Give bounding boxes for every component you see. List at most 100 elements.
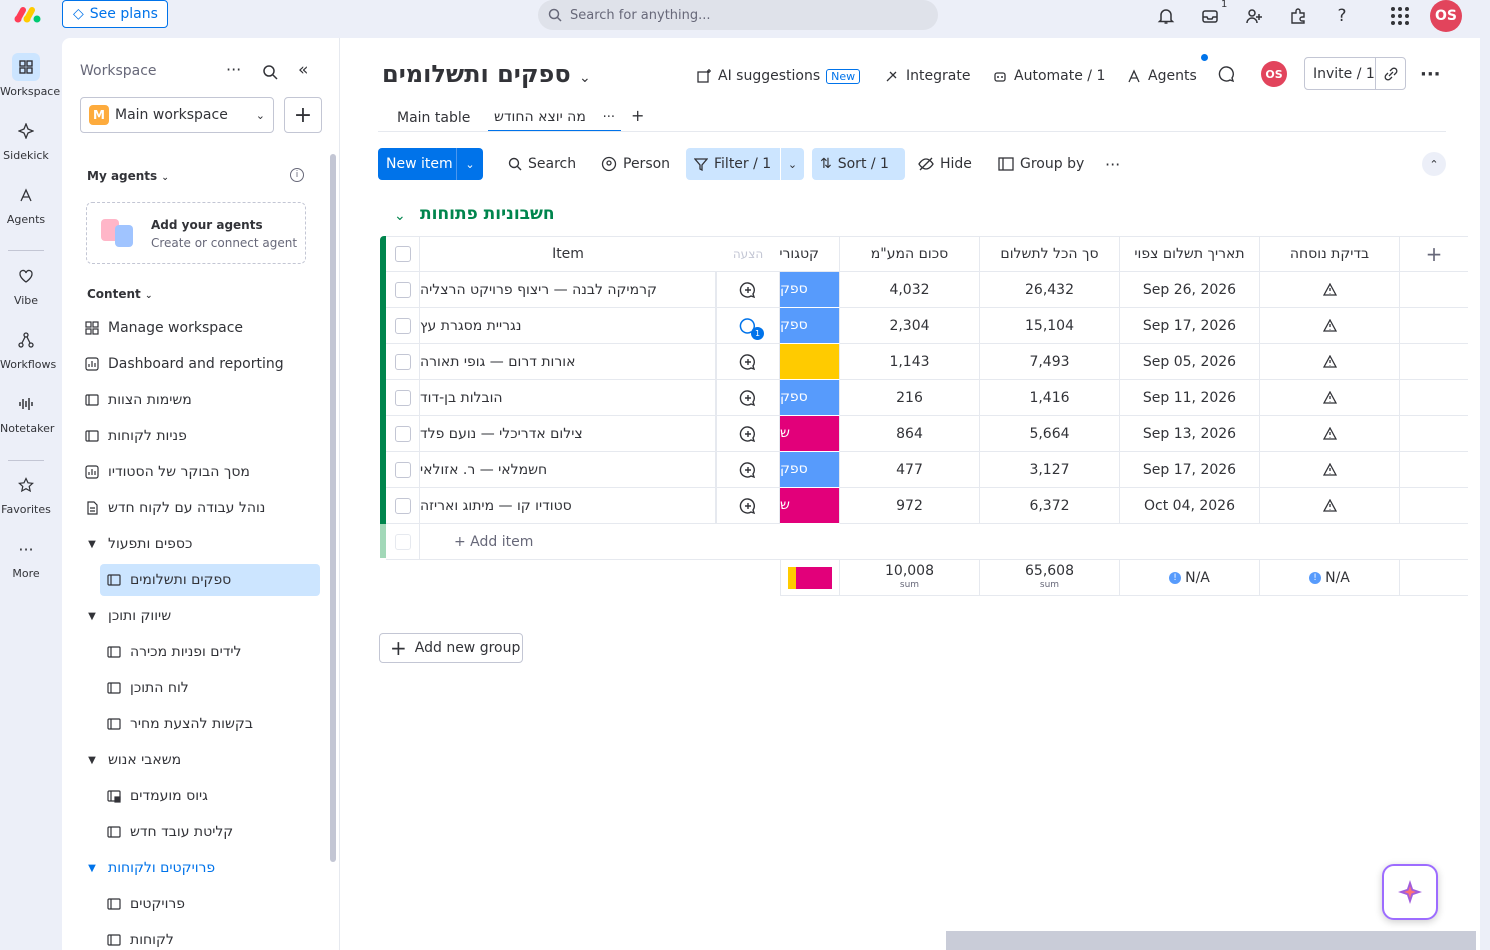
add-update-icon[interactable] [738, 388, 758, 408]
help-icon[interactable]: ? [1331, 5, 1353, 27]
amount-cell[interactable]: 1,143 [840, 344, 980, 380]
header-formula[interactable]: בדיקת נוסחה [1260, 236, 1400, 272]
table-row[interactable]: קרמיקה לבנה — ריצוף פרויקט הרצליה ספק 4,03… [380, 272, 1468, 308]
integrate-button[interactable]: Integrate [884, 66, 970, 86]
row-checkbox[interactable] [394, 425, 411, 442]
table-row[interactable]: הובלות בן-דוד ספק 216 1,416 Sep 11, 2026 [380, 380, 1468, 416]
group-by-button[interactable]: Group by [990, 148, 1092, 180]
hide-button[interactable]: Hide [910, 148, 980, 180]
header-category[interactable]: קטגוריה [780, 236, 840, 272]
add-new-group-button[interactable]: + Add new group [379, 633, 523, 663]
bell-icon[interactable] [1155, 5, 1177, 27]
sidebar-item[interactable]: ספקים ותשלומים [100, 564, 320, 596]
total-cell[interactable]: 1,416 [980, 380, 1120, 416]
chevron-down-icon[interactable]: ⌄ [456, 148, 483, 180]
formula-cell[interactable] [1260, 344, 1400, 380]
sidebar-item[interactable]: נוהל עבודה עם לקוח חדש [82, 492, 320, 524]
amount-cell[interactable]: 972 [840, 488, 980, 524]
toolbar-more-icon[interactable]: ··· [1097, 148, 1128, 180]
item-name-cell[interactable]: נגריית מסגרת עץ [420, 308, 716, 344]
item-name-cell[interactable]: חשמלאי — ר. אזולאי [420, 452, 716, 488]
sidebar-item[interactable]: לוח התוכן [104, 672, 320, 704]
board-title[interactable]: ספקים ותשלומים ⌄ [382, 60, 591, 88]
item-name-cell[interactable]: קרמיקה לבנה — ריצוף פרויקט הרצליה [420, 272, 716, 308]
sidebar-item[interactable]: קליטת עובד חדש [104, 816, 320, 848]
category-status-cell[interactable]: ספק [780, 380, 840, 416]
updates-cell[interactable]: 1 [716, 308, 780, 344]
sidebar-item[interactable]: מסך הבוקר של הסטודיו [82, 456, 320, 488]
board-more-icon[interactable]: ··· [1420, 64, 1441, 85]
table-row[interactable]: צילום אדריכלי — נועם פלד ש 864 5,664 Sep 13,… [380, 416, 1468, 452]
table-row[interactable]: סטודיו קו — מיתוג ואריזה ש 972 6,372 Oct 04,… [380, 488, 1468, 524]
see-plans-button[interactable]: ◇ See plans [62, 0, 168, 28]
formula-cell[interactable] [1260, 380, 1400, 416]
updates-cell[interactable] [716, 416, 780, 452]
add-agents-card[interactable]: Add your agents Create or connect agent [86, 202, 306, 264]
rail-agents[interactable]: Agents [0, 181, 52, 226]
row-checkbox[interactable] [394, 353, 411, 370]
updates-cell[interactable] [716, 452, 780, 488]
sort-button[interactable]: ⇅ Sort / 1 [812, 148, 905, 180]
sidebar-item[interactable]: ▼ כספים ותפעול [82, 528, 320, 560]
folder-caret-icon[interactable]: ▼ [84, 755, 100, 766]
total-cell[interactable]: 6,372 [980, 488, 1120, 524]
updates-cell[interactable] [716, 344, 780, 380]
amount-cell[interactable]: 216 [840, 380, 980, 416]
select-all-checkbox[interactable] [394, 246, 411, 262]
sidebar-item[interactable]: Dashboard and reporting [82, 348, 320, 380]
item-name-cell[interactable]: סטודיו קו — מיתוג ואריזה [420, 488, 716, 524]
app-grid-icon[interactable] [1389, 5, 1411, 27]
table-row[interactable]: חשמלאי — ר. אזולאי ספק 477 3,127 Sep 17, 202… [380, 452, 1468, 488]
item-name-cell[interactable]: הובלות בן-דוד [420, 380, 716, 416]
ai-suggestions-button[interactable]: AI suggestions New [696, 66, 861, 86]
total-cell[interactable]: 26,432 [980, 272, 1120, 308]
folder-caret-icon[interactable]: ▼ [84, 539, 100, 550]
update-count-icon[interactable]: 1 [738, 316, 764, 340]
sidebar-item[interactable]: בקשות להצעת מחיר [104, 708, 320, 740]
formula-cell[interactable] [1260, 452, 1400, 488]
amount-cell[interactable]: 2,304 [840, 308, 980, 344]
table-row[interactable]: אורות דרום — גופי תאורה 1,143 7,493 Sep 05,… [380, 344, 1468, 380]
due-date-cell[interactable]: Sep 26, 2026 [1120, 272, 1260, 308]
table-row[interactable]: נגריית מסגרת עץ 1 ספק 2,304 15,104 Sep 17, 20… [380, 308, 1468, 344]
global-search-input[interactable]: Search for anything... [538, 0, 938, 30]
sidebar-item[interactable]: ▼ שיווק ותוכן [82, 600, 320, 632]
rail-workspace[interactable]: Workspace [0, 53, 60, 98]
user-avatar[interactable]: OS [1430, 0, 1462, 32]
category-status-cell[interactable]: ש [780, 416, 840, 452]
category-status-cell[interactable]: ש [780, 488, 840, 524]
invite-button[interactable]: Invite / 1 [1304, 57, 1406, 90]
total-cell[interactable]: 5,664 [980, 416, 1120, 452]
sidebar-item[interactable]: ▼ משאבי אנוש [82, 744, 320, 776]
amount-cell[interactable]: 864 [840, 416, 980, 452]
collapse-toolbar-icon[interactable]: ⌃ [1422, 152, 1446, 176]
due-date-cell[interactable]: Oct 04, 2026 [1120, 488, 1260, 524]
total-cell[interactable]: 3,127 [980, 452, 1120, 488]
add-update-icon[interactable] [738, 460, 758, 480]
inbox-icon[interactable] [1199, 5, 1221, 27]
item-name-cell[interactable]: צילום אדריכלי — נועם פלד [420, 416, 716, 452]
more-options-icon[interactable]: ··· [226, 60, 241, 79]
formula-cell[interactable] [1260, 272, 1400, 308]
horizontal-scrollbar[interactable] [946, 931, 1476, 950]
row-checkbox[interactable] [394, 461, 411, 478]
person-filter-button[interactable]: Person [593, 148, 678, 180]
amount-cell[interactable]: 477 [840, 452, 980, 488]
category-status-cell[interactable] [780, 344, 840, 380]
sidebar-scrollbar[interactable] [330, 154, 336, 862]
category-status-cell[interactable]: ספק [780, 272, 840, 308]
copy-link-icon[interactable] [1375, 58, 1405, 89]
group-collapse-chevron-icon[interactable]: ⌄ [394, 208, 406, 224]
row-checkbox[interactable] [394, 389, 411, 406]
add-workspace-item-button[interactable]: + [284, 97, 322, 133]
folder-caret-icon[interactable]: ▼ [84, 611, 100, 622]
add-update-icon[interactable] [738, 496, 758, 516]
sidebar-item[interactable]: משימות הצוות [82, 384, 320, 416]
sidebar-item[interactable]: פניות לקוחות [82, 420, 320, 452]
due-date-cell[interactable]: Sep 05, 2026 [1120, 344, 1260, 380]
total-cell[interactable]: 15,104 [980, 308, 1120, 344]
category-status-cell[interactable]: ספק [780, 452, 840, 488]
tab-main-table[interactable]: Main table [397, 104, 470, 132]
group-title[interactable]: חשבוניות פתוחות [420, 204, 555, 224]
category-status-cell[interactable]: ספק [780, 308, 840, 344]
